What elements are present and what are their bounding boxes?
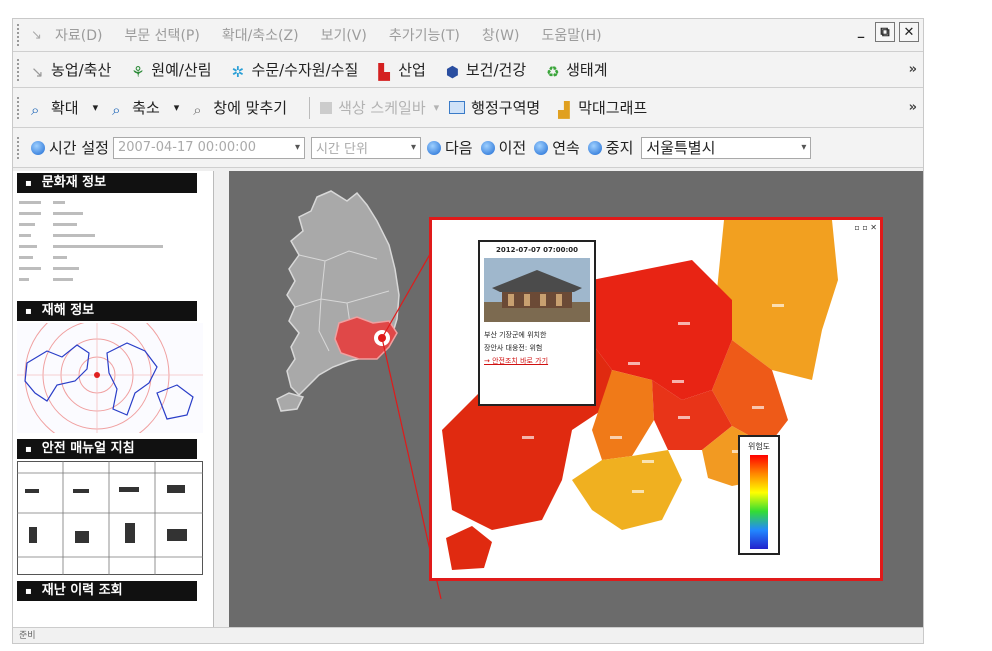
continuous-button[interactable]: 연속 xyxy=(534,137,580,158)
menu-item-extras[interactable]: 추가기능(T) xyxy=(389,25,460,45)
datetime-field[interactable]: 2007-04-17 00:00:00 ▾ xyxy=(112,136,305,159)
popup-message-line1: 부산 기장군에 위치한 xyxy=(484,331,547,339)
section-disaster-info[interactable]: 재해 정보 xyxy=(17,301,197,321)
toolbar-grip[interactable] xyxy=(17,58,23,81)
temple-photo xyxy=(484,258,590,322)
status-bar: 준비 xyxy=(13,627,923,643)
grid-icon xyxy=(320,101,333,114)
arrow-icon: ↘ xyxy=(31,28,42,43)
chevron-down-icon: ▾ xyxy=(294,142,300,153)
menu-grip[interactable] xyxy=(17,24,23,46)
toolbar-grip[interactable] xyxy=(17,96,23,119)
color-scale-button[interactable]: 색상 스케일바 xyxy=(320,97,426,118)
zoom-out-icon: ⌕ xyxy=(112,100,121,119)
popup-message-line2: 장안사 대웅전: 위험 xyxy=(484,344,543,352)
app-window: ↘ 자료(D) 부문 선택(P) 확대/축소(Z) 보기(V) 추가기능(T) 창… xyxy=(12,18,924,644)
sector-forestry[interactable]: ⚘ 원예/산림 xyxy=(131,59,211,81)
menu-item-window[interactable]: 창(W) xyxy=(482,25,520,45)
menu-item-view[interactable]: 보기(V) xyxy=(321,25,367,45)
bar-graph-button[interactable]: ▟ 막대그래프 xyxy=(558,97,647,119)
sector-toolbar: ↘ 농업/축산 ⚘ 원예/산림 ✲ 수문/수자원/수질 ▙ 산업 ⬢ 보건/건강 ♻ 생태계… xyxy=(13,52,923,88)
disaster-radar-map xyxy=(17,323,203,433)
section-disaster-history[interactable]: 재난 이력 조회 xyxy=(17,581,197,601)
next-button[interactable]: 다음 xyxy=(426,137,473,158)
bar-chart-icon: ▟ xyxy=(558,100,570,119)
status-text: 준비 xyxy=(19,631,36,641)
safety-action-link[interactable]: → 안전조치 바로 가기 xyxy=(484,356,590,366)
time-setting-button[interactable]: 시간 설정 xyxy=(31,137,109,158)
legend-title: 위험도 xyxy=(747,442,771,451)
section-safety-manual[interactable]: 안전 매뉴얼 지침 xyxy=(17,439,197,459)
heritage-alert-popup: 2012-07-07 07:00:00 부산 기장군에 위치한 장안사 대웅전:… xyxy=(478,240,596,406)
sector-water[interactable]: ✲ 수문/수자원/수질 xyxy=(231,59,359,81)
time-unit-select[interactable]: 시간 단위 ▾ xyxy=(310,136,421,159)
admin-name-button[interactable]: 행정구역명 xyxy=(449,97,540,118)
radio-icon xyxy=(31,140,45,155)
sector-overflow-button[interactable]: » xyxy=(909,62,917,77)
time-toolbar: 시간 설정 2007-04-17 00:00:00 ▾ 시간 단위 ▾ 다음 이전 … xyxy=(13,128,923,168)
sector-ecosystem[interactable]: ♻ 생태계 xyxy=(546,59,607,81)
factory-icon: ▙ xyxy=(378,62,390,81)
close-button[interactable]: ✕ xyxy=(899,22,919,42)
popup-timestamp: 2012-07-07 07:00:00 xyxy=(495,246,579,254)
zoom-in-dropdown-icon[interactable]: ▾ xyxy=(93,101,99,114)
legend-gradient xyxy=(750,455,768,549)
sector-agriculture[interactable]: ↘ 농업/축산 xyxy=(31,59,111,81)
chevron-down-icon: ▾ xyxy=(801,142,807,153)
chevron-down-icon: ▾ xyxy=(410,142,416,153)
menu-item-data[interactable]: ↘ 자료(D) xyxy=(31,25,102,45)
water-drops-icon: ✲ xyxy=(231,62,245,81)
color-scale-dropdown-icon[interactable]: ▾ xyxy=(434,101,440,114)
zoom-in-button[interactable]: ⌕ 확대 xyxy=(31,97,79,119)
menu-item-sector[interactable]: 부문 선택(P) xyxy=(124,25,199,45)
menu-item-help[interactable]: 도움말(H) xyxy=(542,25,602,45)
menu-bar: ↘ 자료(D) 부문 선택(P) 확대/축소(Z) 보기(V) 추가기능(T) 창… xyxy=(13,19,923,52)
sector-health[interactable]: ⬢ 보건/건강 xyxy=(445,59,526,81)
region-select[interactable]: 서울특별시 ▾ xyxy=(641,136,812,159)
recycle-icon: ♻ xyxy=(546,62,560,81)
risk-legend: 위험도 xyxy=(738,435,780,555)
sector-industry[interactable]: ▙ 산업 xyxy=(378,59,426,81)
menu-item-zoom[interactable]: 확대/축소(Z) xyxy=(222,25,299,45)
prev-icon xyxy=(480,140,495,155)
restore-button[interactable]: ⧉ xyxy=(875,22,895,42)
prev-button[interactable]: 이전 xyxy=(480,137,526,158)
info-panel: 문화재 정보 재해 정보 안전 매뉴얼 지 xyxy=(13,171,214,627)
zoom-in-icon: ⌕ xyxy=(31,100,40,119)
fit-window-button[interactable]: ⌕ 창에 맞추기 xyxy=(193,97,287,119)
zoom-out-button[interactable]: ⌕ 축소 xyxy=(112,97,160,119)
toolbar-grip[interactable] xyxy=(17,136,23,159)
stop-button[interactable]: 중지 xyxy=(587,137,633,158)
safety-manual-table xyxy=(17,461,203,575)
play-icon xyxy=(534,140,549,155)
label-icon xyxy=(449,101,466,114)
inset-window-controls[interactable]: ▫ ▫ ✕ xyxy=(854,223,877,232)
detail-map-window[interactable]: ▫ ▫ ✕ 2012-07-07 07:00:00 부산 기장군에 위치한 장안… xyxy=(429,217,883,581)
tree-icon: ⚘ xyxy=(131,62,145,81)
pin-icon: ↘ xyxy=(31,62,44,81)
medicine-icon: ⬢ xyxy=(445,62,459,81)
zoom-out-dropdown-icon[interactable]: ▾ xyxy=(174,101,180,114)
next-icon xyxy=(426,140,441,155)
heritage-info-table xyxy=(19,201,163,281)
stop-icon xyxy=(587,140,602,155)
toolbar-separator xyxy=(309,96,311,119)
minimize-button[interactable]: _ xyxy=(851,22,871,42)
zoom-toolbar: ⌕ 확대 ▾ ⌕ 축소 ▾ ⌕ 창에 맞추기 색상 스케일바 ▾ 행정구역명 ▟ 막대그… xyxy=(13,88,923,128)
zoom-overflow-button[interactable]: » xyxy=(909,100,917,115)
section-heritage-info[interactable]: 문화재 정보 xyxy=(17,173,197,193)
magnifier-icon: ⌕ xyxy=(193,100,202,119)
